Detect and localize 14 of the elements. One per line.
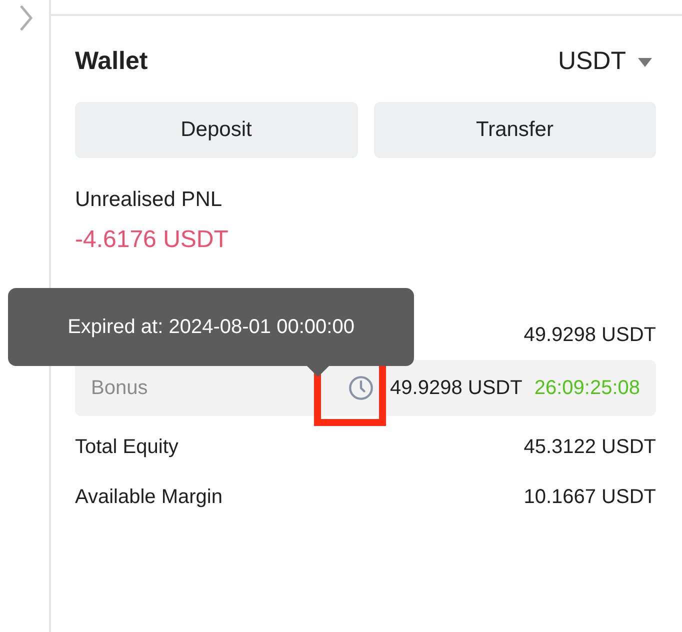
action-button[interactable]: Deposit	[75, 102, 358, 158]
row-label: Available Margin	[75, 484, 222, 510]
action-button[interactable]: Transfer	[374, 102, 656, 158]
row-value: 45.3122 USDT	[524, 434, 656, 460]
row-label: Total Equity	[75, 434, 178, 460]
pnl-value: -4.6176 USDT	[75, 224, 230, 254]
row-label: Bonus	[91, 376, 148, 400]
currency-dropdown[interactable]: USDT	[558, 43, 652, 81]
countdown: 26:09:25:08	[534, 376, 640, 400]
pnl-label: Unrealised PNL	[75, 187, 224, 213]
row-value: 49.9298 USDT	[390, 376, 522, 400]
row-value: 10.1667 USDT	[524, 484, 656, 510]
row-value: 49.9298 USDT	[524, 322, 656, 348]
wallet-title: Wallet	[75, 46, 148, 78]
